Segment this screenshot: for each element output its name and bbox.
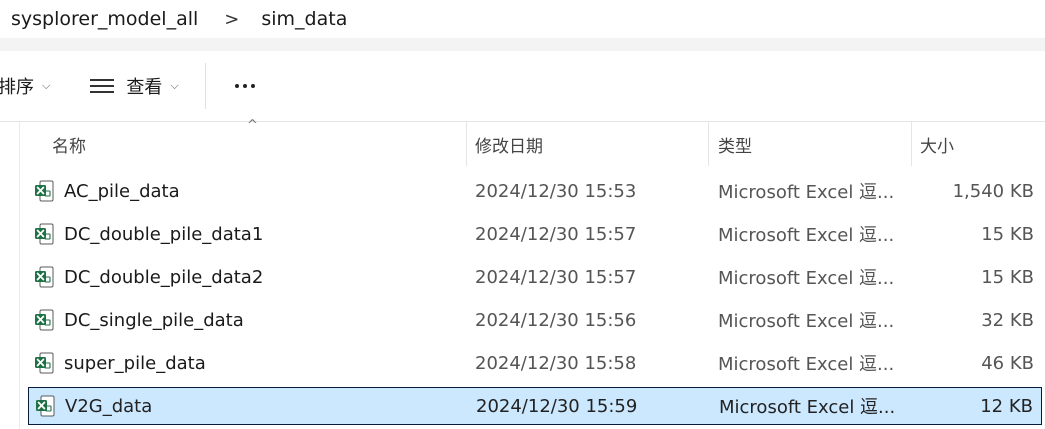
file-modified-date: 2024/12/30 15:56 bbox=[475, 309, 637, 331]
toolbar-separator bbox=[204, 63, 206, 109]
toolbar-divider-band bbox=[0, 38, 1045, 51]
file-modified-date: 2024/12/30 15:57 bbox=[475, 266, 637, 288]
file-row[interactable]: DC_single_pile_data 2024/12/30 15:56 Micro… bbox=[28, 301, 1042, 339]
sort-button[interactable]: 排序 ⌵ bbox=[0, 66, 50, 106]
file-size: 46 KB bbox=[981, 352, 1034, 374]
file-name: super_pile_data bbox=[64, 352, 206, 374]
file-name: DC_double_pile_data2 bbox=[64, 266, 264, 288]
file-type: Microsoft Excel 逗... bbox=[718, 268, 895, 289]
file-row[interactable]: V2G_data 2024/12/30 15:59 Microsoft Excel … bbox=[28, 387, 1042, 425]
sort-label: 排序 bbox=[0, 77, 34, 98]
excel-csv-file-icon bbox=[35, 388, 55, 424]
breadcrumb: sysplorer_model_all > sim_data bbox=[0, 0, 1045, 38]
file-name: V2G_data bbox=[65, 395, 153, 417]
file-type: Microsoft Excel 逗... bbox=[718, 225, 895, 246]
nav-pane-divider bbox=[19, 122, 20, 429]
file-row[interactable]: DC_double_pile_data1 2024/12/30 15:57 Micr… bbox=[28, 215, 1042, 253]
column-resize-handle[interactable] bbox=[911, 122, 912, 166]
file-size: 15 KB bbox=[981, 266, 1034, 288]
sort-ascending-icon: ^ bbox=[247, 118, 258, 133]
breadcrumb-current[interactable]: sim_data bbox=[261, 8, 347, 30]
file-modified-date: 2024/12/30 15:53 bbox=[475, 180, 637, 202]
excel-csv-file-icon bbox=[34, 215, 54, 253]
breadcrumb-parent[interactable]: sysplorer_model_all bbox=[0, 8, 198, 30]
excel-csv-file-icon bbox=[34, 172, 54, 210]
file-size: 1,540 KB bbox=[952, 180, 1034, 202]
list-lines-icon bbox=[90, 78, 115, 94]
column-header-type[interactable]: 类型 bbox=[718, 122, 752, 166]
breadcrumb-separator-icon[interactable]: > bbox=[224, 9, 239, 30]
file-size: 15 KB bbox=[981, 223, 1034, 245]
column-header-size[interactable]: 大小 bbox=[920, 122, 954, 166]
chevron-down-icon: ⌵ bbox=[170, 79, 179, 92]
excel-csv-file-icon bbox=[34, 301, 54, 339]
column-header-row: ^ 名称 修改日期 类型 大小 bbox=[0, 118, 1045, 166]
file-name: DC_single_pile_data bbox=[64, 309, 244, 331]
file-type: Microsoft Excel 逗... bbox=[718, 182, 895, 203]
view-button[interactable]: 查看 ⌵ bbox=[90, 66, 179, 106]
file-size: 32 KB bbox=[981, 309, 1034, 331]
file-modified-date: 2024/12/30 15:58 bbox=[475, 352, 637, 374]
file-size: 12 KB bbox=[980, 395, 1033, 417]
file-modified-date: 2024/12/30 15:57 bbox=[475, 223, 637, 245]
more-options-button[interactable] bbox=[230, 66, 260, 106]
column-resize-handle[interactable] bbox=[466, 122, 467, 166]
file-modified-date: 2024/12/30 15:59 bbox=[476, 395, 638, 417]
file-name: DC_double_pile_data1 bbox=[64, 223, 264, 245]
more-dots-icon bbox=[234, 84, 255, 88]
command-bar: 排序 ⌵ 查看 ⌵ bbox=[0, 51, 1045, 121]
column-header-name[interactable]: 名称 bbox=[52, 122, 86, 166]
excel-csv-file-icon bbox=[34, 344, 54, 382]
view-label: 查看 bbox=[126, 77, 163, 98]
file-name: AC_pile_data bbox=[64, 180, 180, 202]
column-resize-handle[interactable] bbox=[708, 122, 709, 166]
chevron-down-icon: ⌵ bbox=[42, 79, 51, 92]
file-type: Microsoft Excel 逗... bbox=[718, 311, 895, 332]
file-explorer: sysplorer_model_all > sim_data 排序 ⌵ 查看 ⌵… bbox=[0, 0, 1045, 429]
excel-csv-file-icon bbox=[34, 258, 54, 296]
file-type: Microsoft Excel 逗... bbox=[718, 354, 895, 375]
file-row[interactable]: AC_pile_data 2024/12/30 15:53 Microsoft Ex… bbox=[28, 172, 1042, 210]
file-row[interactable]: DC_double_pile_data2 2024/12/30 15:57 Micr… bbox=[28, 258, 1042, 296]
file-row[interactable]: super_pile_data 2024/12/30 15:58 Microsoft… bbox=[28, 344, 1042, 382]
file-type: Microsoft Excel 逗... bbox=[719, 397, 896, 418]
column-header-date[interactable]: 修改日期 bbox=[475, 122, 543, 166]
